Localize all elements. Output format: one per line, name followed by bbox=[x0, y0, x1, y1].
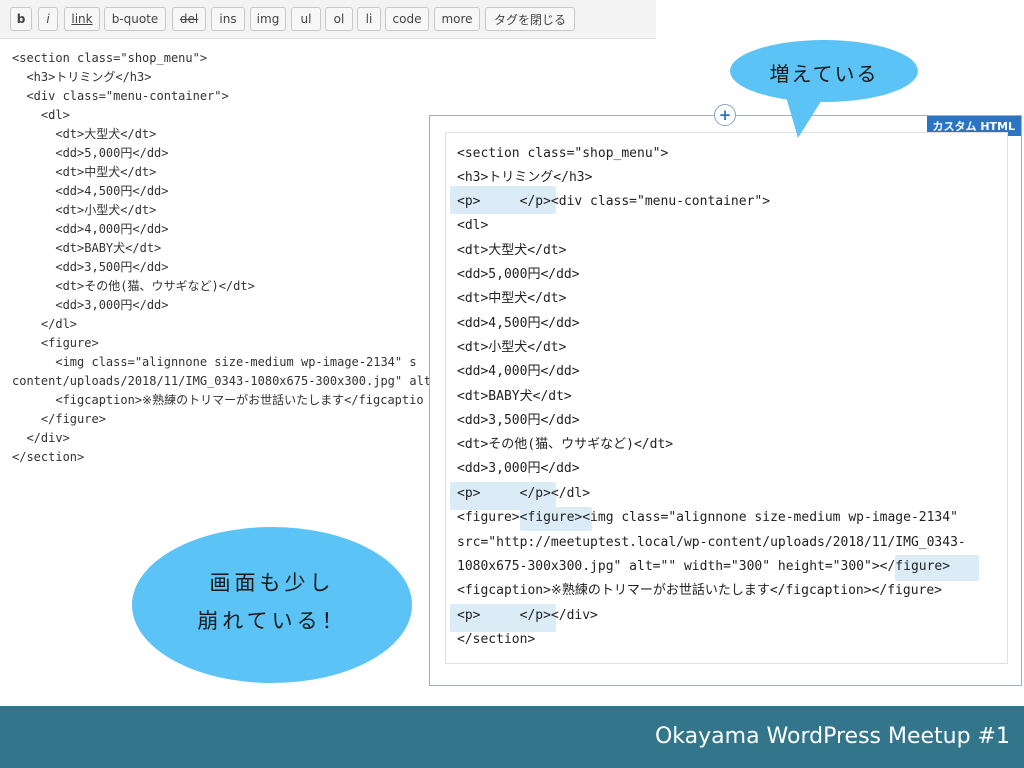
editor-line: <dt>その他(猫、ウサギなど)</dt> bbox=[12, 279, 255, 293]
editor-line: <dd>3,500円</dd> bbox=[12, 260, 169, 274]
preview-line: <dt>中型犬</dt> bbox=[457, 291, 567, 306]
callout-text-line2: 崩れている！ bbox=[197, 609, 347, 633]
callout-text-line1: 画面も少し bbox=[209, 571, 335, 595]
del-button[interactable]: del bbox=[172, 7, 206, 31]
editor-line: <h3>トリミング</h3> bbox=[12, 70, 152, 84]
editor-line: <dd>4,000円</dd> bbox=[12, 222, 169, 236]
ol-button[interactable]: ol bbox=[325, 7, 353, 31]
link-button[interactable]: link bbox=[64, 7, 100, 31]
editor-toolbar: b i link b-quote del ins img ul ol li co… bbox=[0, 0, 656, 39]
more-button[interactable]: more bbox=[434, 7, 480, 31]
callout-bubble-left: 画面も少し 崩れている！ bbox=[132, 527, 412, 683]
editor-line: <dt>小型犬</dt> bbox=[12, 203, 157, 217]
preview-line: src="http://meetuptest.local/wp-content/… bbox=[457, 535, 966, 550]
preview-line: <dt>大型犬</dt> bbox=[457, 243, 567, 258]
preview-line: <section class="shop_menu"> bbox=[457, 146, 669, 161]
preview-line: <dt>その他(猫、ウサギなど)</dt> bbox=[457, 437, 674, 452]
preview-line: <figure><figure><img class="alignnone si… bbox=[457, 510, 958, 525]
preview-line: <dt>小型犬</dt> bbox=[457, 340, 567, 355]
editor-line: <dt>大型犬</dt> bbox=[12, 127, 157, 141]
editor-line: <dd>3,000円</dd> bbox=[12, 298, 169, 312]
editor-line: </div> bbox=[12, 431, 70, 445]
preview-line: <dd>3,000円</dd> bbox=[457, 461, 580, 476]
img-button[interactable]: img bbox=[250, 7, 286, 31]
preview-line: <h3>トリミング</h3> bbox=[457, 170, 593, 185]
editor-line: <figure> bbox=[12, 336, 99, 350]
add-block-icon[interactable]: + bbox=[714, 104, 736, 126]
editor-line: </dl> bbox=[12, 317, 78, 331]
editor-line: <dd>4,500円</dd> bbox=[12, 184, 169, 198]
blockquote-button[interactable]: b-quote bbox=[104, 7, 166, 31]
ul-button[interactable]: ul bbox=[291, 7, 321, 31]
editor-line: <dd>5,000円</dd> bbox=[12, 146, 169, 160]
preview-line: <dt>BABY犬</dt> bbox=[457, 389, 572, 404]
ins-button[interactable]: ins bbox=[211, 7, 245, 31]
preview-line: </section> bbox=[457, 632, 536, 647]
editor-line: <dt>BABY犬</dt> bbox=[12, 241, 162, 255]
callout-text: 増えている bbox=[769, 62, 879, 86]
editor-line: <div class="menu-container"> bbox=[12, 89, 229, 103]
preview-line: <p> </p></dl> bbox=[457, 486, 591, 501]
bold-button[interactable]: b bbox=[10, 7, 32, 31]
preview-line: <figcaption>※熟練のトリマーがお世話いたします</figcaptio… bbox=[457, 583, 942, 598]
italic-button[interactable]: i bbox=[38, 7, 58, 31]
close-tags-button[interactable]: タグを閉じる bbox=[485, 7, 575, 31]
preview-line: <dd>3,500円</dd> bbox=[457, 413, 580, 428]
editor-line: </figure> bbox=[12, 412, 106, 426]
code-button[interactable]: code bbox=[385, 7, 429, 31]
editor-line: <img class="alignnone size-medium wp-ima… bbox=[12, 355, 417, 369]
editor-line: </section> bbox=[12, 450, 85, 464]
preview-line: <dd>4,500円</dd> bbox=[457, 316, 580, 331]
preview-line: <dd>5,000円</dd> bbox=[457, 267, 580, 282]
preview-line: <p> </p><div class="menu-container"> bbox=[457, 194, 771, 209]
slide-footer: Okayama WordPress Meetup #1 bbox=[0, 706, 1024, 768]
editor-line: <figcaption>※熟練のトリマーがお世話いたします</figcaptio bbox=[12, 393, 424, 407]
editor-line: <dt>中型犬</dt> bbox=[12, 165, 157, 179]
preview-line: <dl> bbox=[457, 218, 489, 233]
editor-line: <dl> bbox=[12, 108, 70, 122]
preview-line: <dd>4,000円</dd> bbox=[457, 364, 580, 379]
li-button[interactable]: li bbox=[357, 7, 381, 31]
preview-line: 1080x675-300x300.jpg" alt="" width="300"… bbox=[457, 559, 951, 574]
callout-bubble-top: 増えている bbox=[730, 40, 918, 102]
editor-line: content/uploads/2018/11/IMG_0343-1080x67… bbox=[12, 374, 432, 388]
preview-line: <p> </p></div> bbox=[457, 608, 598, 623]
footer-title: Okayama WordPress Meetup #1 bbox=[654, 724, 1010, 749]
editor-line: <section class="shop_menu"> bbox=[12, 51, 208, 65]
